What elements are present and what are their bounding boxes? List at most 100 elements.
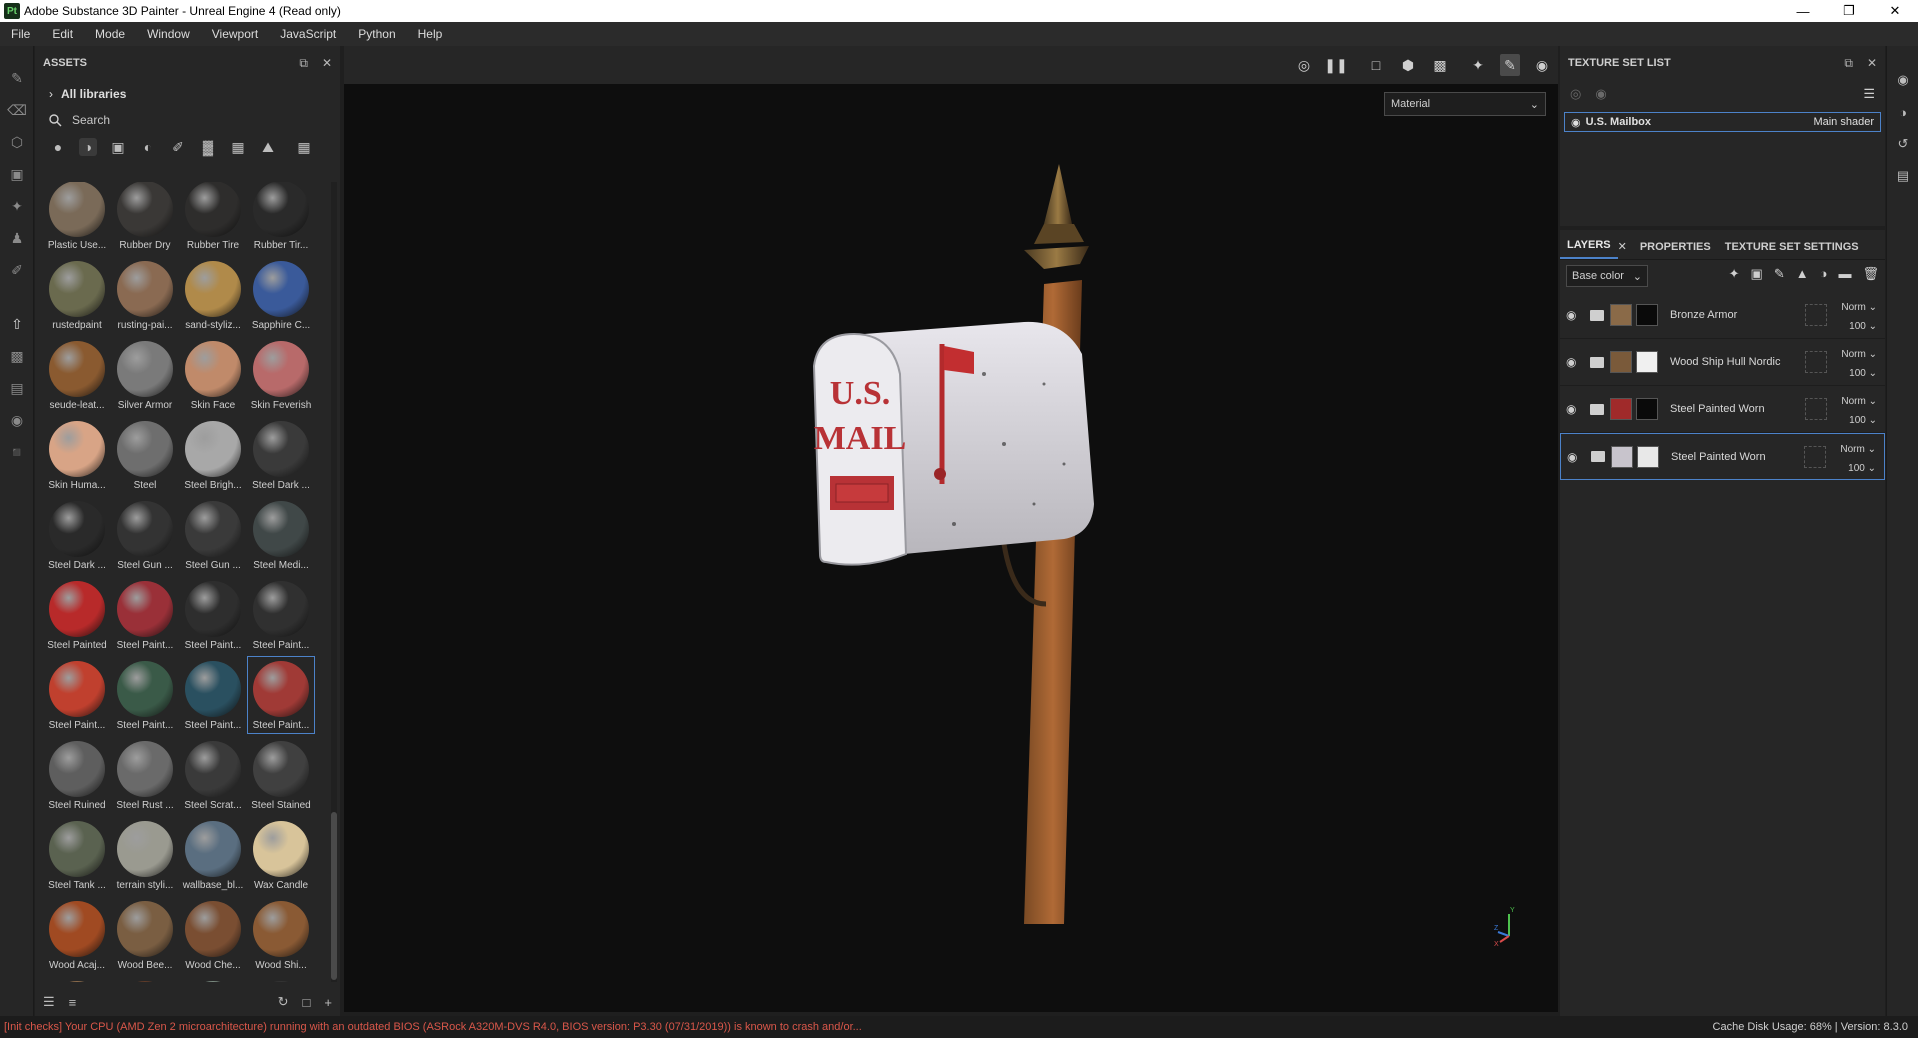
screenshot-icon[interactable]: ◉: [1532, 54, 1552, 76]
menu-help[interactable]: Help: [407, 27, 454, 41]
list-view-icon[interactable]: ☰: [43, 994, 55, 1010]
menu-python[interactable]: Python: [347, 27, 406, 41]
asset-thumbnail[interactable]: rustedpaint: [43, 256, 111, 334]
layer-row[interactable]: ◉ Bronze Armor Norm ⌄ 100 ⌄: [1560, 292, 1885, 339]
layer-mask-slot[interactable]: [1805, 398, 1827, 420]
shelf-icon[interactable]: ▤: [0, 372, 34, 404]
blend-mode[interactable]: Norm: [1841, 349, 1865, 360]
blend-controls[interactable]: Norm ⌄ 100 ⌄: [1840, 440, 1876, 478]
layer-opacity[interactable]: 100: [1849, 415, 1866, 426]
asset-thumbnail[interactable]: Steel Dark ...: [247, 416, 315, 494]
blend-mode[interactable]: Norm: [1840, 444, 1864, 455]
asset-thumbnail[interactable]: Wood Che...: [179, 896, 247, 974]
3d-view-icon[interactable]: ⬢: [1398, 54, 1418, 76]
status-error-message[interactable]: [Init checks] Your CPU (AMD Zen 2 microa…: [4, 1021, 1404, 1033]
float-panel-icon[interactable]: ⧉: [1844, 56, 1853, 71]
asset-thumbnail[interactable]: Steel Paint...: [247, 656, 315, 734]
asset-thumbnail[interactable]: Wood Bee...: [111, 896, 179, 974]
log-icon[interactable]: ▤: [1887, 160, 1918, 192]
mask-thumbnail[interactable]: [1636, 304, 1658, 326]
asset-thumbnail[interactable]: Steel Gun ...: [111, 496, 179, 574]
asset-thumbnail[interactable]: Wood Shi...: [247, 896, 315, 974]
asset-thumbnail[interactable]: Skin Face: [179, 336, 247, 414]
menu-window[interactable]: Window: [136, 27, 201, 41]
refresh-icon[interactable]: ↻: [278, 994, 289, 1010]
symmetry-icon[interactable]: ✦: [1468, 54, 1488, 76]
layer-name[interactable]: Steel Painted Worn: [1670, 403, 1765, 415]
layer-name[interactable]: Wood Ship Hull Nordic: [1670, 356, 1780, 368]
asset-thumbnail[interactable]: rusting-pai...: [111, 256, 179, 334]
history-icon[interactable]: ↺: [1887, 128, 1918, 160]
eye-icon[interactable]: ◉: [1566, 402, 1584, 416]
visibility-icon[interactable]: ◉: [1595, 86, 1606, 102]
asset-thumbnail[interactable]: Wax Candle: [247, 816, 315, 894]
pause-icon[interactable]: ❚❚: [1324, 54, 1347, 76]
eye-icon[interactable]: ◉: [1566, 355, 1584, 369]
asset-thumbnail[interactable]: wallbase_bl...: [179, 816, 247, 894]
texture-filter-icon[interactable]: ▦: [229, 138, 247, 156]
mask-thumbnail[interactable]: [1637, 445, 1659, 468]
menu-javascript[interactable]: JavaScript: [269, 27, 347, 41]
layer-row[interactable]: ◉ Steel Painted Worn Norm ⌄ 100 ⌄: [1560, 433, 1885, 480]
assets-scrollbar[interactable]: [331, 182, 337, 982]
blend-mode[interactable]: Norm: [1841, 396, 1865, 407]
asset-thumbnail[interactable]: Steel Paint...: [111, 656, 179, 734]
asset-thumbnail[interactable]: sand-styliz...: [179, 256, 247, 334]
asset-thumbnail[interactable]: Steel Rust ...: [111, 736, 179, 814]
eraser-icon[interactable]: ⌫: [0, 94, 34, 126]
asset-thumbnail[interactable]: Silver Armor: [111, 336, 179, 414]
blend-controls[interactable]: Norm ⌄ 100 ⌄: [1841, 392, 1877, 430]
asset-thumbnail[interactable]: worn-meta...: [247, 976, 315, 982]
float-panel-icon[interactable]: ⧉: [299, 56, 308, 71]
asset-thumbnail[interactable]: Skin Huma...: [43, 416, 111, 494]
asset-thumbnail[interactable]: Sapphire C...: [247, 256, 315, 334]
asset-thumbnail[interactable]: Steel Tank ...: [43, 816, 111, 894]
asset-thumbnail[interactable]: Steel Paint...: [179, 576, 247, 654]
new-folder-icon[interactable]: □: [303, 995, 311, 1010]
assets-toggle-icon[interactable]: ⇧: [0, 308, 34, 340]
layer-mask-slot[interactable]: [1805, 304, 1827, 326]
add-fill-layer-icon[interactable]: ▲: [1796, 266, 1809, 282]
asset-thumbnail[interactable]: Rubber Tire: [179, 182, 247, 254]
asset-thumbnail[interactable]: Rubber Tir...: [247, 182, 315, 254]
texture-set-shader[interactable]: Main shader: [1813, 116, 1874, 128]
layer-opacity[interactable]: 100: [1849, 368, 1866, 379]
smudge-icon[interactable]: ✦: [0, 190, 34, 222]
layer-opacity[interactable]: 100: [1848, 463, 1865, 474]
visibility-off-icon[interactable]: ◎: [1570, 86, 1581, 102]
asset-thumbnail[interactable]: Steel Medi...: [247, 496, 315, 574]
asset-thumbnail[interactable]: Steel: [111, 416, 179, 494]
layer-name[interactable]: Bronze Armor: [1670, 309, 1737, 321]
close-panel-icon[interactable]: ✕: [322, 56, 332, 71]
filter-effect-icon[interactable]: ◐: [139, 138, 157, 156]
layer-row[interactable]: ◉ Wood Ship Hull Nordic Norm ⌄ 100 ⌄: [1560, 339, 1885, 386]
add-smart-material-icon[interactable]: ◑: [1820, 266, 1828, 282]
menu-mode[interactable]: Mode: [84, 27, 136, 41]
asset-thumbnail[interactable]: terrain styli...: [111, 816, 179, 894]
asset-thumbnail[interactable]: Steel Ruined: [43, 736, 111, 814]
asset-thumbnail[interactable]: wood_plan...: [179, 976, 247, 982]
asset-thumbnail[interactable]: Steel Paint...: [111, 576, 179, 654]
library-selector[interactable]: › All libraries: [35, 80, 340, 108]
tab-properties[interactable]: PROPERTIES: [1633, 241, 1718, 259]
tab-texture-set-settings[interactable]: TEXTURE SET SETTINGS: [1718, 241, 1866, 259]
texture-set-list-toggle-icon[interactable]: ◉: [1887, 64, 1918, 96]
mask-thumbnail[interactable]: [1636, 351, 1658, 373]
mask-filter-icon[interactable]: ▣: [109, 138, 127, 156]
asset-thumbnail[interactable]: seude-leat...: [43, 336, 111, 414]
sort-icon[interactable]: ≡: [69, 995, 77, 1010]
asset-thumbnail[interactable]: Steel Gun ...: [179, 496, 247, 574]
geometry-mask-icon[interactable]: ▣: [0, 158, 34, 190]
layer-name[interactable]: Steel Painted Worn: [1671, 451, 1766, 463]
menu-edit[interactable]: Edit: [41, 27, 84, 41]
close-tab-icon[interactable]: ✕: [1618, 240, 1633, 259]
asset-thumbnail[interactable]: Wood Shi...: [43, 976, 111, 982]
environment-filter-icon[interactable]: ⛰: [259, 138, 277, 156]
paint-mode-icon[interactable]: ✎: [1500, 54, 1520, 76]
tab-layers[interactable]: LAYERS: [1560, 239, 1618, 259]
add-effect-icon[interactable]: ✦: [1729, 266, 1740, 282]
blend-controls[interactable]: Norm ⌄ 100 ⌄: [1841, 298, 1877, 336]
brush-filter-icon[interactable]: ✐: [169, 138, 187, 156]
minimize-icon[interactable]: —: [1780, 0, 1826, 22]
eye-icon[interactable]: ◉: [1566, 308, 1584, 322]
